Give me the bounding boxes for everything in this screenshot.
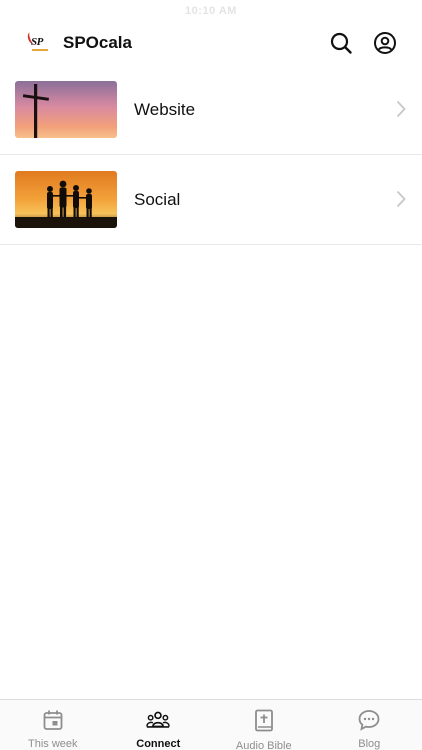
logo-text: SP (31, 36, 43, 48)
tab-bar: This week Connect Audio Bible Blog (0, 699, 422, 750)
search-icon (330, 32, 352, 54)
chevron-right-icon (396, 100, 406, 118)
app-header: SP SPOcala (0, 22, 422, 64)
family-sunset-image (15, 171, 117, 228)
search-button[interactable] (328, 30, 354, 56)
tab-connect[interactable]: Connect (106, 700, 212, 750)
chevron-right-icon (396, 190, 406, 208)
tab-blog[interactable]: Blog (317, 700, 422, 750)
list-item-website[interactable]: Website (0, 65, 422, 155)
list-item-label: Social (134, 189, 181, 209)
tab-label: This week (27, 738, 78, 750)
list-item-label: Website (134, 99, 196, 119)
tab-audio-bible[interactable]: Audio Bible (211, 700, 317, 750)
cross-sunset-image (15, 81, 117, 138)
status-bar: 10:10 AM (0, 0, 422, 22)
calendar-icon (43, 710, 63, 730)
logo-underline (32, 49, 48, 51)
tab-this-week[interactable]: This week (0, 700, 106, 750)
status-time: 10:10 AM (185, 5, 237, 17)
app-logo: SP (26, 30, 52, 56)
people-icon (146, 711, 171, 728)
app-title: SPOcala (63, 33, 132, 52)
tab-label: Blog (358, 738, 381, 750)
bible-icon (254, 709, 273, 732)
account-icon (374, 32, 396, 54)
chat-bubble-icon (358, 710, 380, 731)
connect-list: Website Social (0, 65, 422, 245)
list-item-social[interactable]: Social (0, 155, 422, 245)
account-button[interactable] (372, 30, 398, 56)
tab-label: Audio Bible (235, 740, 292, 750)
tab-label: Connect (136, 738, 181, 750)
